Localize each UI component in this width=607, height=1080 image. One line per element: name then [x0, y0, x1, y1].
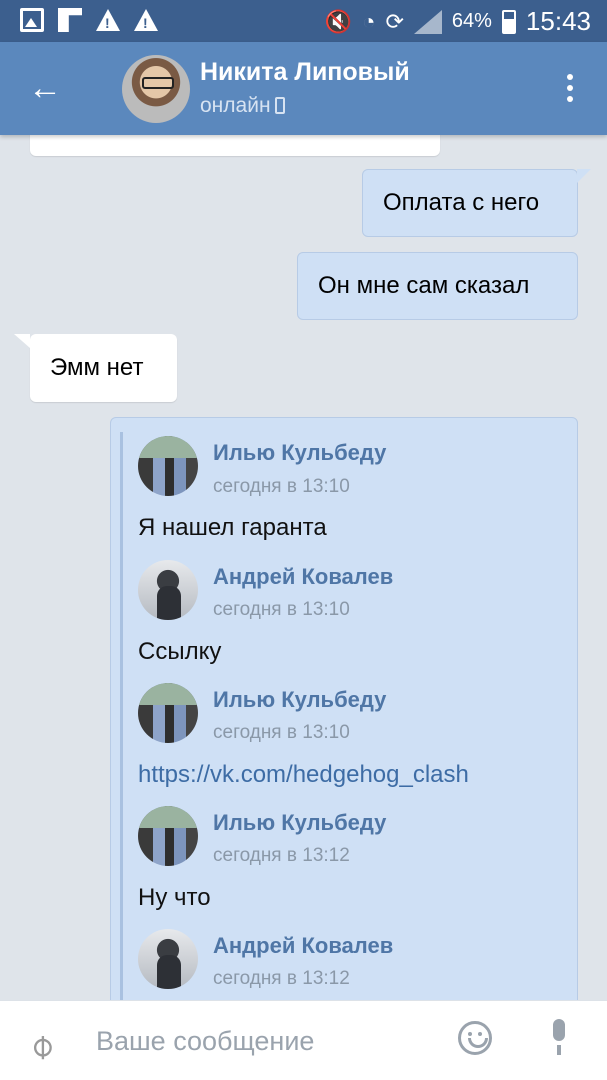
arrow-left-icon[interactable]: ← [28, 68, 68, 108]
forward-author[interactable]: Андрей Ковалев [213, 933, 393, 959]
forward-author[interactable]: Илью Кульбеду [213, 810, 386, 836]
forward-time: сегодня в 13:12 [213, 968, 350, 989]
app-notification-icon [58, 8, 82, 32]
battery-icon [501, 9, 516, 34]
wifi-icon: ◔ [362, 8, 376, 34]
contact-status: онлайн [200, 94, 285, 118]
forward-time: сегодня в 13:10 [213, 476, 350, 497]
message-bubble-in[interactable]: Эмм нет [14, 334, 177, 402]
contact-avatar[interactable] [122, 55, 190, 123]
gallery-notification-icon [20, 8, 44, 32]
status-bar: 🔇 ◔ ⟳ 64% 15:43 [0, 0, 607, 42]
message-bubble-out[interactable]: Он мне сам сказал [297, 252, 578, 320]
message-text: Оплата с него [383, 189, 540, 216]
sync-icon: ⟳ [385, 8, 404, 34]
signal-icon [413, 9, 442, 34]
forward-link[interactable]: https://vk.com/hedgehog_clash [138, 761, 469, 789]
forward-indicator-bar [120, 432, 123, 1002]
forward-avatar[interactable] [138, 560, 198, 620]
clock: 15:43 [525, 6, 591, 36]
more-vertical-icon[interactable] [562, 68, 578, 108]
forward-time: сегодня в 13:10 [213, 722, 350, 743]
chat-header: ← Никита Липовый онлайн [0, 42, 607, 135]
paperclip-icon[interactable]: ⌀ [20, 1011, 77, 1068]
message-text: Он мне сам сказал [318, 272, 530, 299]
forward-avatar[interactable] [138, 929, 198, 989]
warning-icon [96, 9, 120, 31]
contact-name[interactable]: Никита Липовый [200, 58, 410, 87]
forward-author[interactable]: Илью Кульбеду [213, 440, 386, 466]
forward-avatar[interactable] [138, 436, 198, 496]
forward-author[interactable]: Андрей Ковалев [213, 564, 393, 590]
mobile-icon [274, 97, 285, 114]
forward-avatar[interactable] [138, 806, 198, 866]
microphone-icon[interactable] [548, 1019, 570, 1059]
forward-text: Ссылку [138, 638, 222, 665]
forward-avatar[interactable] [138, 683, 198, 743]
forward-text: Ну что [138, 884, 211, 911]
forward-time: сегодня в 13:12 [213, 845, 350, 866]
warning-icon [134, 9, 158, 31]
message-composer: ⌀ [0, 1000, 607, 1080]
forward-text: Я нашел гаранта [138, 514, 327, 541]
emoji-icon[interactable] [458, 1021, 492, 1055]
battery-percent: 64% [451, 10, 492, 32]
message-input[interactable] [96, 1021, 436, 1061]
forward-author[interactable]: Илью Кульбеду [213, 687, 386, 713]
forward-time: сегодня в 13:10 [213, 599, 350, 620]
message-text: Эмм нет [50, 354, 144, 381]
status-label: онлайн [200, 94, 271, 117]
mute-icon: 🔇 [324, 8, 353, 34]
message-bubble-out[interactable]: Оплата с него [362, 169, 591, 237]
